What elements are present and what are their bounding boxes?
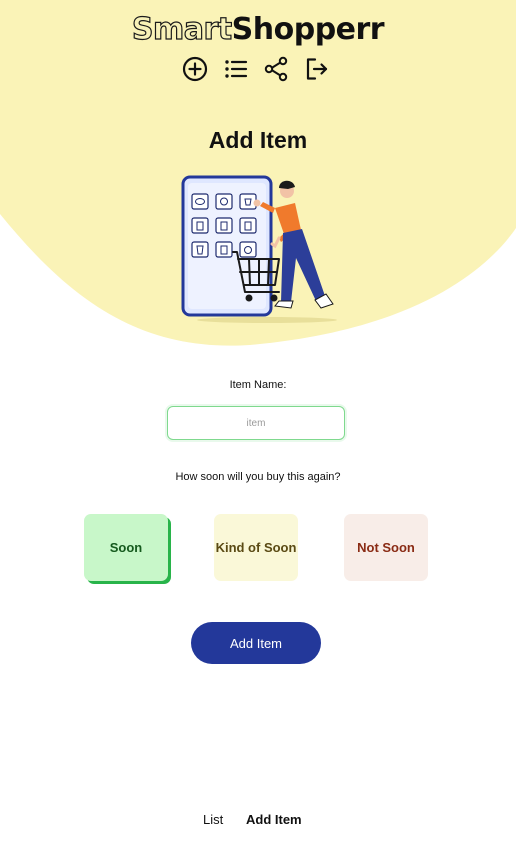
header-icon-bar <box>180 54 340 84</box>
add-item-page: SmartShopperr Add Item Item Name: item H… <box>0 0 516 848</box>
app-header: SmartShopperr <box>0 0 516 100</box>
logo-shopperr-text: Shopperr <box>231 12 385 47</box>
purchase-frequency-question: How soon will you buy this again? <box>175 471 341 483</box>
item-name-label: Item Name: <box>229 379 287 391</box>
urgency-option-kind-of-soon[interactable]: Kind of Soon <box>214 514 298 581</box>
bottom-navigation: List Add Item <box>0 808 516 832</box>
nav-link-add-item[interactable]: Add Item <box>246 811 302 829</box>
nav-link-list[interactable]: List <box>203 811 223 829</box>
logo-smart-text: Smart <box>131 11 232 47</box>
sign-out-icon[interactable] <box>302 54 332 84</box>
app-logo: SmartShopperr <box>0 10 516 50</box>
add-item-button[interactable]: Add Item <box>191 622 321 664</box>
urgency-option-soon[interactable]: Soon <box>84 514 168 581</box>
page-title: Add Item <box>208 127 308 153</box>
shopper-with-cart-illustration <box>181 175 337 323</box>
item-name-input[interactable] <box>167 406 345 440</box>
share-icon[interactable] <box>261 54 291 84</box>
plus-circle-icon[interactable] <box>180 54 210 84</box>
list-icon[interactable] <box>221 54 251 84</box>
urgency-option-not-soon[interactable]: Not Soon <box>344 514 428 581</box>
